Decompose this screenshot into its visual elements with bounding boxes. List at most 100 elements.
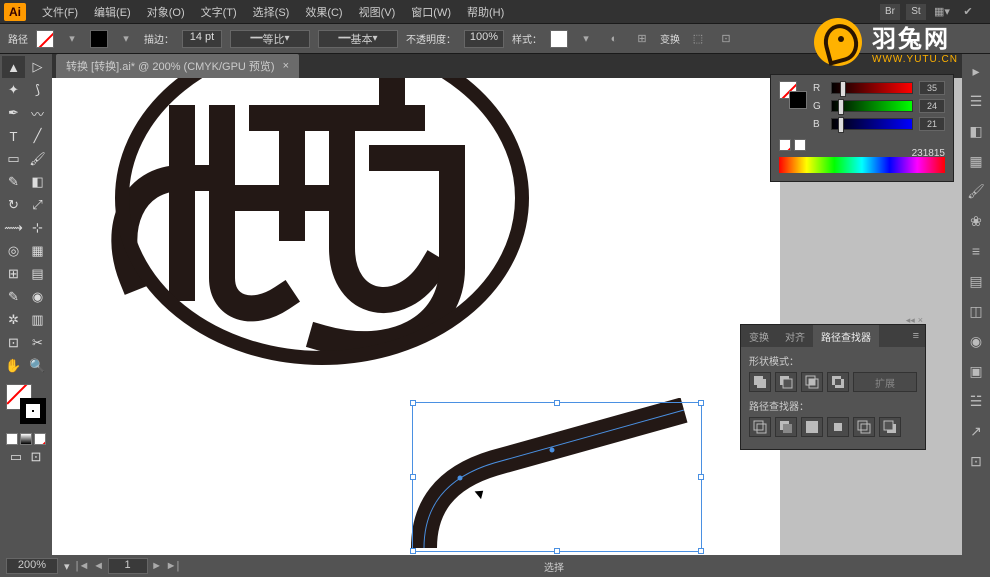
menu-object[interactable]: 对象(O) bbox=[139, 1, 193, 23]
pen-tool[interactable]: ✒ bbox=[2, 102, 25, 124]
artboard-tool[interactable]: ⊡ bbox=[2, 332, 25, 354]
shape-builder-tool[interactable]: ◎ bbox=[2, 240, 25, 262]
gradient-mode-icon[interactable] bbox=[20, 433, 32, 445]
bbox-handle-nw[interactable] bbox=[410, 400, 416, 406]
stroke-weight-input[interactable]: 14 pt bbox=[182, 30, 222, 48]
symbols-panel-icon[interactable]: ❀ bbox=[965, 210, 987, 232]
intersect-button[interactable] bbox=[801, 372, 823, 392]
r-value[interactable]: 35 bbox=[919, 81, 945, 95]
normal-screen-icon[interactable]: ▭ bbox=[7, 448, 25, 466]
menu-type[interactable]: 文字(T) bbox=[193, 1, 245, 23]
eyedropper-tool[interactable]: ✎ bbox=[2, 286, 25, 308]
last-artboard-icon[interactable]: ►| bbox=[166, 560, 180, 572]
color-spectrum[interactable] bbox=[779, 157, 945, 173]
cp-white-swatch[interactable] bbox=[794, 139, 806, 151]
appearance-panel-icon[interactable]: ◉ bbox=[965, 330, 987, 352]
screen-mode-icon[interactable]: ⊡ bbox=[27, 448, 45, 466]
align-icon[interactable]: ⊞ bbox=[632, 30, 652, 48]
menu-view[interactable]: 视图(V) bbox=[351, 1, 404, 23]
magic-wand-tool[interactable]: ✦ bbox=[2, 79, 25, 101]
line-tool[interactable]: ╱ bbox=[26, 125, 49, 147]
scale-tool[interactable]: ⤢ bbox=[26, 194, 49, 216]
menu-file[interactable]: 文件(F) bbox=[34, 1, 86, 23]
minus-front-button[interactable] bbox=[775, 372, 797, 392]
free-transform-tool[interactable]: ⊹ bbox=[26, 217, 49, 239]
color-panel-fill-stroke[interactable] bbox=[779, 81, 807, 109]
outline-button[interactable] bbox=[853, 417, 875, 437]
menu-help[interactable]: 帮助(H) bbox=[459, 1, 512, 23]
r-slider[interactable] bbox=[831, 82, 913, 94]
brushes-panel-icon[interactable]: 🖌 bbox=[965, 180, 987, 202]
paintbrush-tool[interactable]: 🖌 bbox=[26, 148, 49, 170]
fill-dropdown[interactable]: ▾ bbox=[62, 30, 82, 48]
curvature-tool[interactable]: 〰 bbox=[26, 102, 49, 124]
mesh-tool[interactable]: ⊞ bbox=[2, 263, 25, 285]
gpu-icon[interactable]: ✔ bbox=[958, 3, 978, 21]
tab-align[interactable]: 对齐 bbox=[777, 325, 813, 347]
gradient-panel-icon[interactable]: ▤ bbox=[965, 270, 987, 292]
shaper-tool[interactable]: ✎ bbox=[2, 171, 25, 193]
g-slider[interactable] bbox=[831, 100, 913, 112]
direct-selection-tool[interactable]: ▷ bbox=[26, 56, 49, 78]
graphic-styles-panel-icon[interactable]: ▣ bbox=[965, 360, 987, 382]
next-artboard-icon[interactable]: ► bbox=[150, 560, 164, 572]
divide-button[interactable] bbox=[749, 417, 771, 437]
unite-button[interactable] bbox=[749, 372, 771, 392]
recolor-icon[interactable]: ◐ bbox=[604, 30, 624, 48]
transform-link[interactable]: 变换 bbox=[660, 31, 680, 46]
prev-artboard-icon[interactable]: ◄ bbox=[92, 560, 106, 572]
opacity-input[interactable]: 100% bbox=[464, 30, 504, 48]
menu-effect[interactable]: 效果(C) bbox=[297, 1, 350, 23]
panel-menu-icon[interactable]: ≡ bbox=[907, 330, 925, 342]
zoom-dropdown-icon[interactable]: ▾ bbox=[64, 560, 70, 573]
fill-stroke-indicator[interactable] bbox=[6, 384, 46, 424]
menu-window[interactable]: 窗口(W) bbox=[403, 1, 459, 23]
bbox-handle-w[interactable] bbox=[410, 474, 416, 480]
tab-transform[interactable]: 变换 bbox=[741, 325, 777, 347]
width-tool[interactable]: ⟿ bbox=[2, 217, 25, 239]
panel-collapse-icon[interactable]: ▸ bbox=[965, 60, 987, 82]
bbox-handle-ne[interactable] bbox=[698, 400, 704, 406]
brush-definition[interactable]: ━━ 基本 ▾ bbox=[318, 30, 398, 48]
fill-swatch[interactable] bbox=[36, 30, 54, 48]
color-mode-icon[interactable] bbox=[6, 433, 18, 445]
b-value[interactable]: 21 bbox=[919, 117, 945, 131]
slice-tool[interactable]: ✂ bbox=[26, 332, 49, 354]
rectangle-tool[interactable]: ▭ bbox=[2, 148, 25, 170]
expand-button[interactable]: 扩展 bbox=[853, 372, 917, 392]
hand-tool[interactable]: ✋ bbox=[2, 355, 25, 377]
rotate-tool[interactable]: ↻ bbox=[2, 194, 25, 216]
minus-back-button[interactable] bbox=[879, 417, 901, 437]
b-slider[interactable] bbox=[831, 118, 913, 130]
layers-panel-icon[interactable]: ☱ bbox=[965, 390, 987, 412]
tab-pathfinder[interactable]: 路径查找器 bbox=[813, 325, 879, 347]
asset-export-panel-icon[interactable]: ↗ bbox=[965, 420, 987, 442]
color-panel-icon[interactable]: ◧ bbox=[965, 120, 987, 142]
cp-none-swatch[interactable] bbox=[779, 139, 791, 151]
symbol-sprayer-tool[interactable]: ✲ bbox=[2, 309, 25, 331]
artboard-number[interactable]: 1 bbox=[108, 558, 148, 574]
graphic-style-swatch[interactable] bbox=[550, 30, 568, 48]
edit-icon[interactable]: ⊡ bbox=[716, 30, 736, 48]
crop-button[interactable] bbox=[827, 417, 849, 437]
panel-collapse-double-icon[interactable]: ◂◂ bbox=[906, 315, 915, 326]
eraser-tool[interactable]: ◧ bbox=[26, 171, 49, 193]
bbox-handle-se[interactable] bbox=[698, 548, 704, 554]
variable-width-profile[interactable]: ━━ 等比 ▾ bbox=[230, 30, 310, 48]
swatches-panel-icon[interactable]: ▦ bbox=[965, 150, 987, 172]
transparency-panel-icon[interactable]: ◫ bbox=[965, 300, 987, 322]
none-mode-icon[interactable] bbox=[34, 433, 46, 445]
bbox-handle-e[interactable] bbox=[698, 474, 704, 480]
bbox-handle-sw[interactable] bbox=[410, 548, 416, 554]
isolate-icon[interactable]: ⬚ bbox=[688, 30, 708, 48]
cp-stroke-swatch[interactable] bbox=[789, 91, 807, 109]
hex-value[interactable]: 231815 bbox=[912, 148, 945, 159]
menu-edit[interactable]: 编辑(E) bbox=[86, 1, 139, 23]
close-tab-icon[interactable]: × bbox=[283, 60, 289, 72]
perspective-tool[interactable]: ▦ bbox=[26, 240, 49, 262]
artboards-panel-icon[interactable]: ⊡ bbox=[965, 450, 987, 472]
stroke-panel-icon[interactable]: ≡ bbox=[965, 240, 987, 262]
style-dropdown[interactable]: ▾ bbox=[576, 30, 596, 48]
lasso-tool[interactable]: ⟆ bbox=[26, 79, 49, 101]
type-tool[interactable]: T bbox=[2, 125, 25, 147]
